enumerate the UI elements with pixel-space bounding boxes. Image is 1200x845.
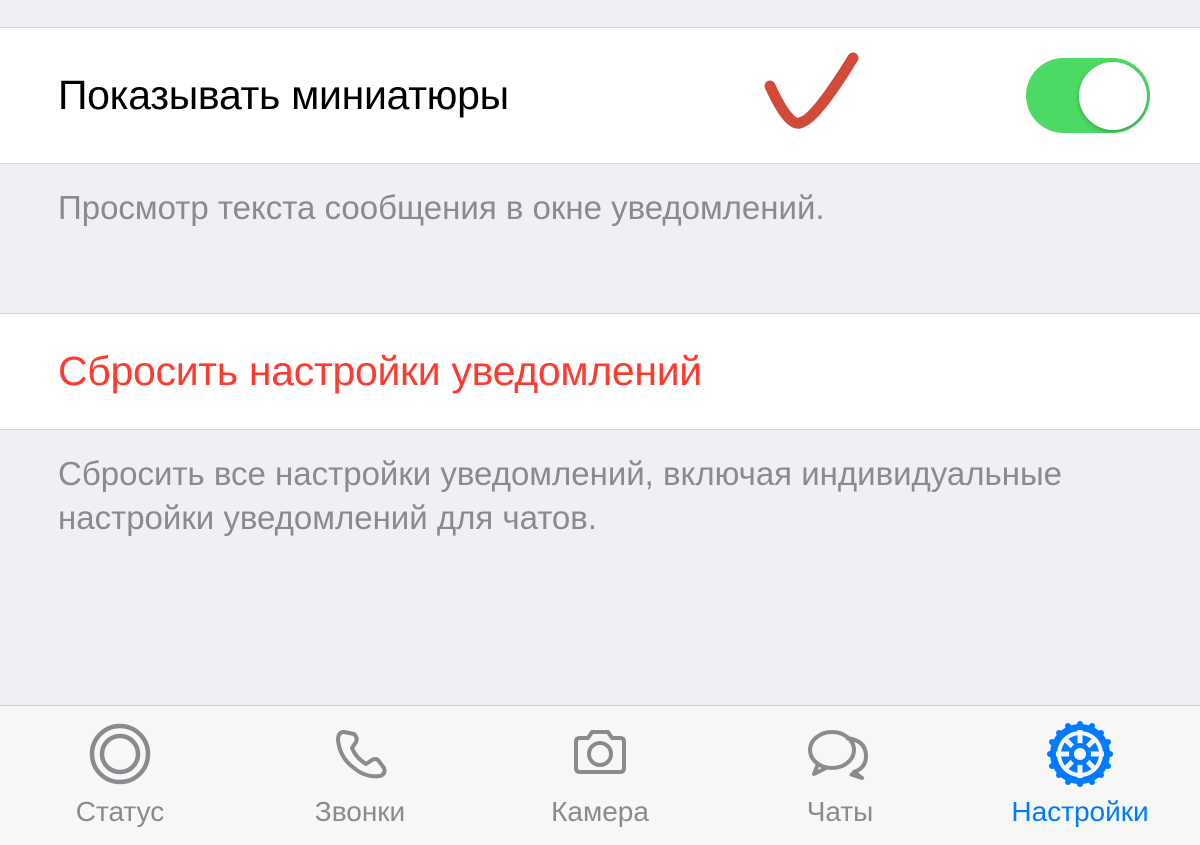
- tab-settings[interactable]: Настройки: [980, 718, 1180, 828]
- tab-chats-label: Чаты: [807, 796, 874, 828]
- tab-calls-label: Звонки: [315, 796, 405, 828]
- reset-notifications-button[interactable]: Сбросить настройки уведомлений: [0, 313, 1200, 430]
- tab-calls[interactable]: Звонки: [260, 718, 460, 828]
- reset-notifications-footer: Сбросить все настройки уведомлений, вклю…: [0, 430, 1200, 567]
- status-icon: [84, 718, 156, 790]
- tabbar: Статус Звонки Камера Чаты: [0, 705, 1200, 845]
- switch-knob: [1079, 62, 1147, 130]
- tab-camera[interactable]: Камера: [500, 718, 700, 828]
- tab-camera-label: Камера: [551, 796, 649, 828]
- show-thumbnails-label: Показывать миниатюры: [58, 72, 509, 119]
- tab-settings-label: Настройки: [1011, 796, 1148, 828]
- section-gap: [0, 257, 1200, 313]
- checkmark-annotation-icon: [758, 50, 878, 145]
- camera-icon: [564, 718, 636, 790]
- tab-chats[interactable]: Чаты: [740, 718, 940, 828]
- settings-icon: [1044, 718, 1116, 790]
- show-thumbnails-toggle[interactable]: [1026, 58, 1150, 133]
- show-thumbnails-row: Показывать миниатюры: [0, 28, 1200, 164]
- top-spacer: [0, 0, 1200, 28]
- phone-icon: [324, 718, 396, 790]
- chats-icon: [804, 718, 876, 790]
- tab-status[interactable]: Статус: [20, 718, 220, 828]
- reset-notifications-label: Сбросить настройки уведомлений: [58, 348, 702, 394]
- tab-status-label: Статус: [76, 796, 165, 828]
- show-thumbnails-footer: Просмотр текста сообщения в окне уведомл…: [0, 164, 1200, 257]
